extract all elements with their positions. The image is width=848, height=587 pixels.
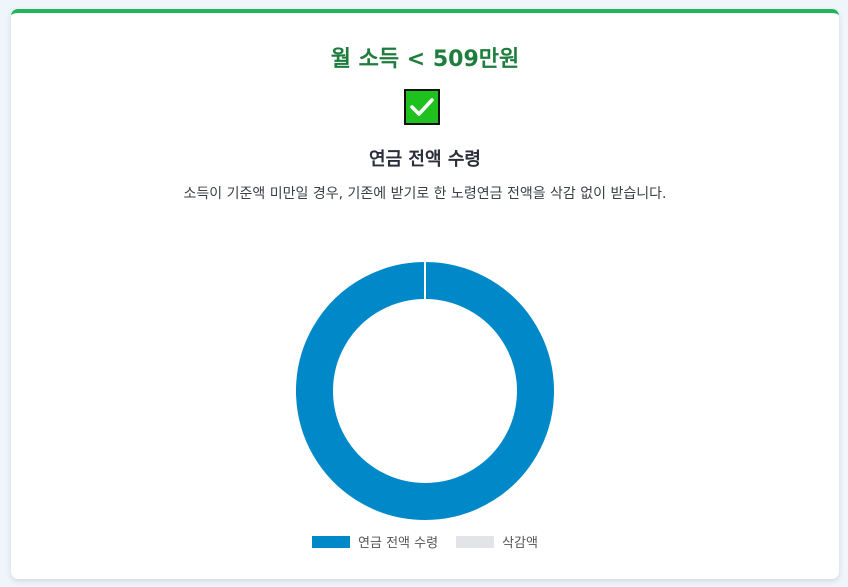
chart-legend: 연금 전액 수령 삭감액 (11, 532, 839, 551)
legend-swatch (456, 535, 495, 548)
legend-item-1[interactable]: 연금 전액 수령 (312, 532, 438, 551)
donut-slice-1 (296, 262, 554, 520)
donut-chart (296, 261, 554, 520)
legend-swatch (312, 535, 351, 548)
legend-label: 연금 전액 수령 (358, 536, 439, 551)
legend-label: 삭감액 (502, 536, 538, 551)
result-card: 월 소득 < 509만원 연금 전액 수령 소득이 기준액 미만일 경우, 기존… (11, 9, 839, 579)
legend-item-2[interactable]: 삭감액 (456, 532, 538, 551)
